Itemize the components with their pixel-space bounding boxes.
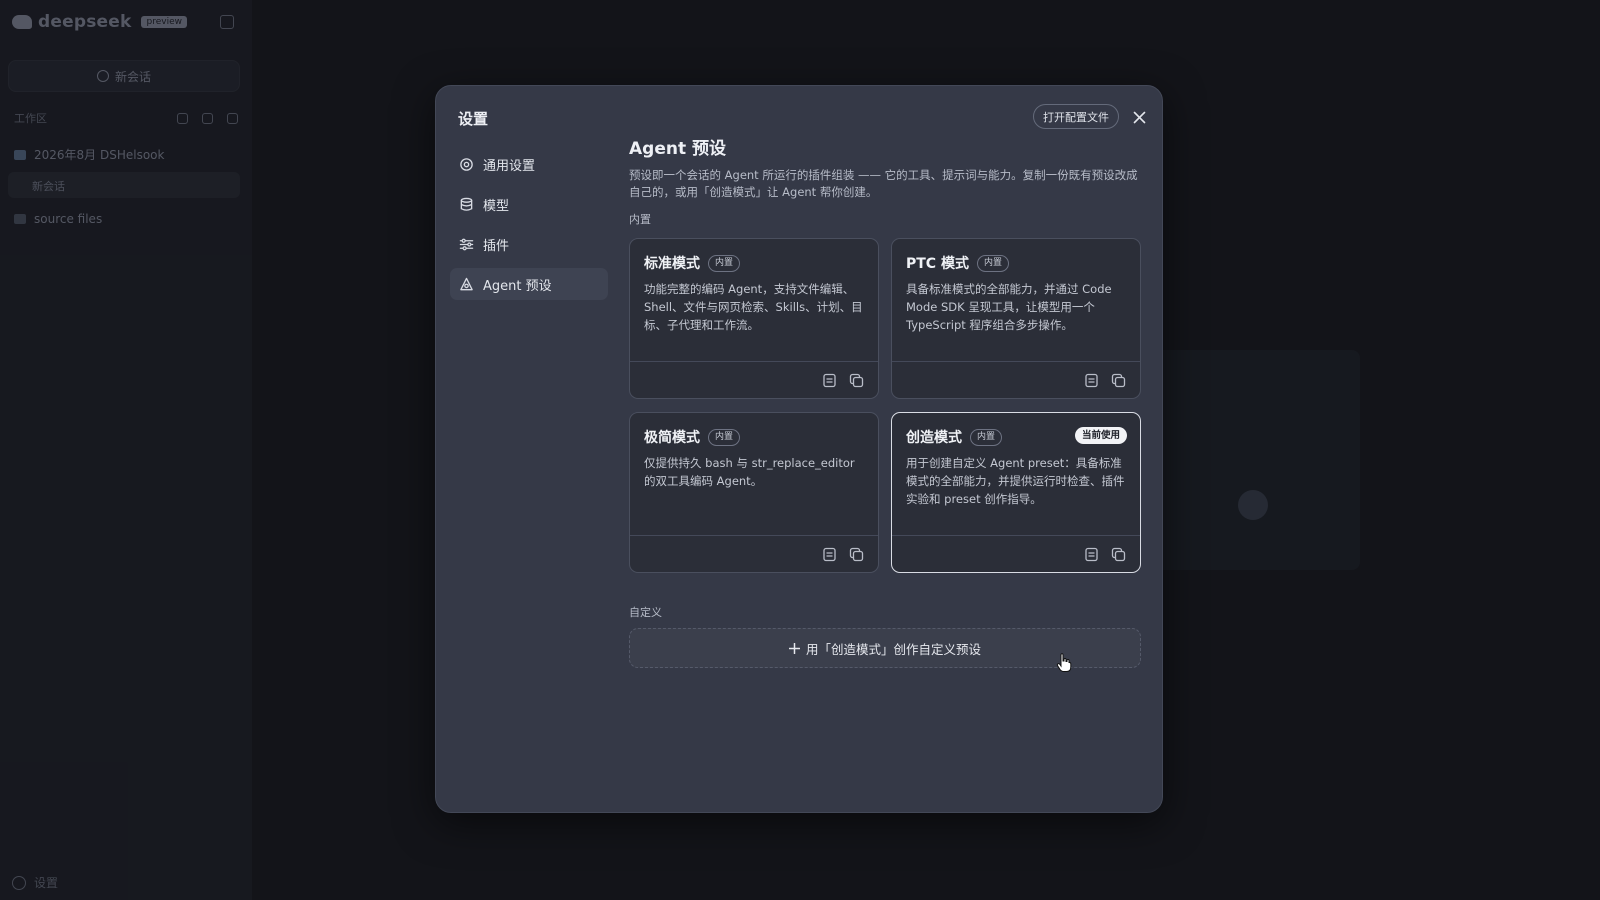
sidebar-settings-link[interactable]: 设置 [12, 874, 58, 891]
close-button[interactable] [1126, 104, 1152, 130]
card-footer [892, 535, 1140, 572]
custom-section-label: 自定义 [629, 606, 662, 619]
nav-item-label: 插件 [483, 238, 510, 254]
add-folder-icon[interactable] [202, 112, 213, 124]
document-icon[interactable] [1084, 547, 1099, 562]
close-icon [1133, 111, 1145, 123]
current-badge: 当前使用 [1074, 427, 1127, 444]
sidebar-chat-item[interactable]: 新会话 [8, 172, 240, 198]
hand-cursor-icon [1056, 653, 1072, 672]
sidebar-folder[interactable]: 2026年8月 DSHelsook [14, 146, 164, 163]
card-footer [630, 535, 878, 572]
new-chat-icon[interactable] [227, 112, 238, 124]
preset-description: 功能完整的编码 Agent，支持文件编辑、Shell、文件与网页检索、Skill… [644, 282, 863, 332]
copy-icon[interactable] [849, 373, 864, 388]
document-icon[interactable] [1084, 373, 1099, 388]
sidebar-folder[interactable]: source files [14, 212, 102, 226]
background-avatar [1238, 490, 1268, 520]
preset-description: 具备标准模式的全部能力，并通过 Code Mode SDK 呈现工具，让模型用一… [906, 282, 1112, 332]
app-sidebar: deepseek preview 新会话 工作区 2026年8月 DSHelso… [0, 0, 252, 900]
workspace-section-header: 工作区 [14, 110, 238, 126]
builtin-section-label: 内置 [629, 213, 651, 226]
preset-name: 标准模式 [644, 256, 700, 272]
preset-name: PTC 模式 [906, 256, 969, 272]
sidebar-toggle-icon[interactable] [220, 15, 234, 29]
preset-card-creation[interactable]: 创造模式 内置 当前使用 用于创建自定义 Agent preset：具备标准模式… [891, 412, 1141, 573]
new-chat-label: 新会话 [114, 69, 151, 84]
gear-icon [460, 157, 473, 171]
preset-card-minimal[interactable]: 极简模式 内置 仅提供持久 bash 与 str_replace_editor … [629, 412, 879, 573]
settings-icon [12, 875, 26, 890]
plus-icon [788, 642, 800, 654]
preset-card-ptc[interactable]: PTC 模式 内置 具备标准模式的全部能力，并通过 Code Mode SDK … [891, 238, 1141, 399]
preset-card-standard[interactable]: 标准模式 内置 功能完整的编码 Agent，支持文件编辑、Shell、文件与网页… [629, 238, 879, 399]
modal-title: 设置 [458, 110, 489, 128]
folder-icon [14, 214, 26, 224]
panel-title: Agent 预设 [629, 139, 727, 159]
logo-badge: preview [141, 16, 187, 28]
app-logo: deepseek preview [12, 12, 187, 32]
builtin-tag: 内置 [708, 428, 741, 446]
panel-description: 预设即一个会话的 Agent 所运行的插件组装 —— 它的工具、提示词与能力。复… [629, 168, 1138, 199]
builtin-tag: 内置 [708, 254, 741, 272]
settings-nav: 通用设置 模型 插件 Agent 预设 [450, 148, 608, 308]
logo-text: deepseek [38, 12, 132, 32]
background-panel [1140, 350, 1360, 570]
document-icon[interactable] [822, 547, 837, 562]
plus-circle-icon [96, 70, 109, 82]
agent-icon [460, 277, 473, 290]
database-icon [460, 197, 473, 211]
folder-label: source files [34, 212, 103, 226]
preset-description: 仅提供持久 bash 与 str_replace_editor 的双工具编码 A… [644, 456, 855, 488]
builtin-tag: 内置 [970, 428, 1003, 446]
open-config-button[interactable]: 打开配置文件 [1033, 104, 1119, 129]
copy-icon[interactable] [849, 547, 864, 562]
create-custom-label: 用「创造模式」创作自定义预设 [805, 641, 981, 657]
nav-item-label: 模型 [483, 198, 510, 214]
copy-icon[interactable] [1111, 547, 1126, 562]
folder-label: 2026年8月 DSHelsook [34, 148, 165, 162]
folder-icon [14, 149, 26, 160]
nav-item-agent-presets[interactable]: Agent 预设 [450, 268, 608, 300]
settings-label: 设置 [34, 876, 59, 890]
nav-item-models[interactable]: 模型 [450, 188, 608, 220]
card-footer [892, 361, 1140, 398]
workspace-label: 工作区 [14, 112, 47, 125]
deepseek-logo-icon [12, 15, 32, 29]
nav-item-label: 通用设置 [483, 158, 536, 174]
new-chat-button[interactable]: 新会话 [8, 60, 240, 92]
nav-item-plugins[interactable]: 插件 [450, 228, 608, 260]
preset-name: 创造模式 [906, 430, 962, 446]
search-icon[interactable] [177, 112, 188, 124]
document-icon[interactable] [822, 373, 837, 388]
sliders-icon [459, 238, 474, 250]
preset-name: 极简模式 [644, 430, 700, 446]
copy-icon[interactable] [1111, 373, 1126, 388]
nav-item-label: Agent 预设 [483, 278, 552, 294]
builtin-tag: 内置 [976, 254, 1009, 272]
card-footer [630, 361, 878, 398]
nav-item-general[interactable]: 通用设置 [450, 148, 608, 180]
preset-description: 用于创建自定义 Agent preset：具备标准模式的全部能力，并提供运行时检… [906, 456, 1125, 506]
settings-modal: 设置 打开配置文件 通用设置 模型 插件 Agent 预设 Agent 预设 预… [435, 85, 1163, 813]
